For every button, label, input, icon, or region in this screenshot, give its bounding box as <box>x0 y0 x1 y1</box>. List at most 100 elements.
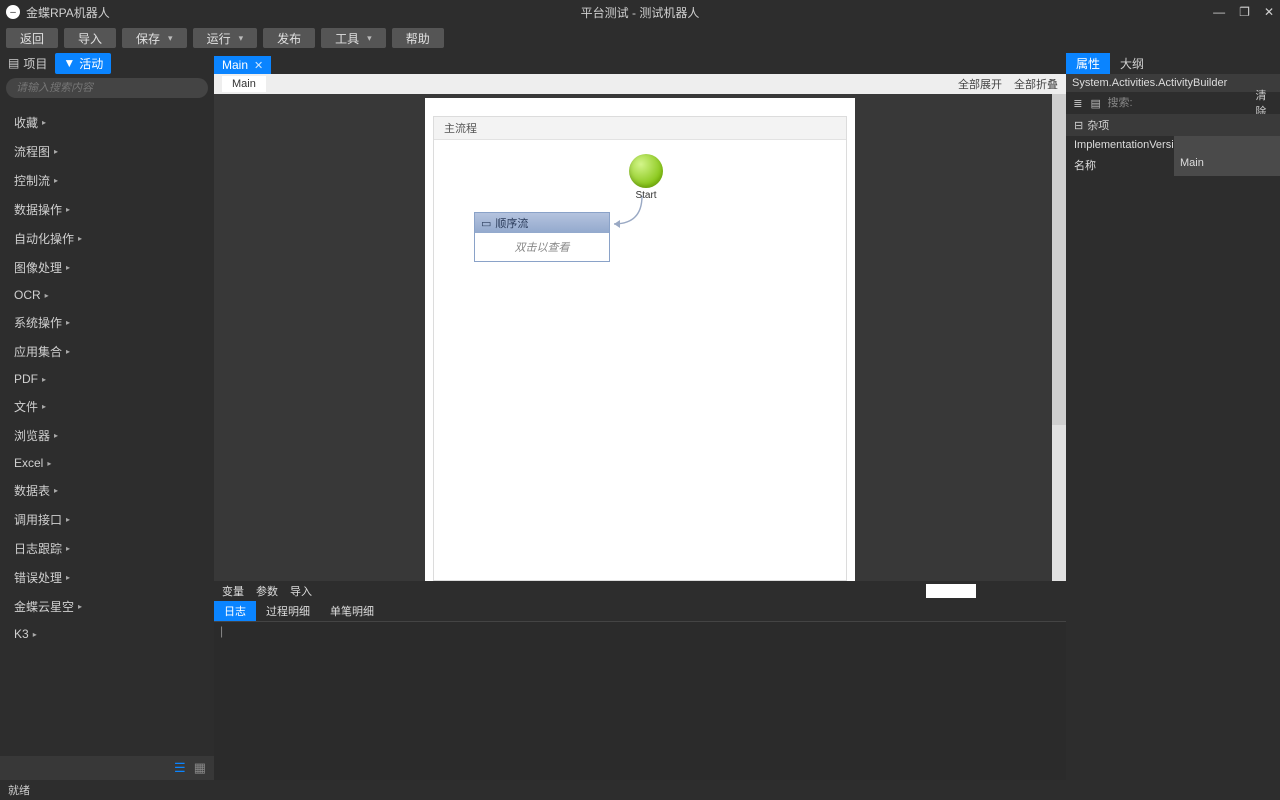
save-button[interactable]: 保存▾ <box>122 28 187 48</box>
canvas-scrollbar[interactable] <box>1052 94 1066 581</box>
category-item[interactable]: 数据操作▸ <box>0 195 214 224</box>
category-label: 金蝶云星空 <box>14 598 74 615</box>
grid-view-icon[interactable]: ▦ <box>194 760 206 776</box>
property-value[interactable]: Main <box>1174 154 1280 176</box>
sequence-node[interactable]: ▭顺序流 双击以查看 <box>474 212 610 262</box>
property-value[interactable] <box>1174 136 1280 154</box>
maximize-button[interactable]: ❐ <box>1239 5 1250 19</box>
file-tab-main[interactable]: Main ✕ <box>214 56 271 74</box>
category-label: Excel <box>14 456 43 470</box>
imports-tab[interactable]: 导入 <box>290 583 312 599</box>
publish-button[interactable]: 发布 <box>263 28 315 48</box>
run-button[interactable]: 运行▾ <box>193 28 258 48</box>
category-item[interactable]: 应用集合 ▸ <box>0 337 214 366</box>
category-item[interactable]: 收藏▸ <box>0 108 214 137</box>
property-type: System.Activities.ActivityBuilder <box>1066 74 1280 92</box>
property-search[interactable] <box>1108 97 1250 109</box>
help-button[interactable]: 帮助 <box>392 28 444 48</box>
sub-tab-main[interactable]: Main <box>222 76 266 92</box>
outline-tab[interactable]: 大纲 <box>1110 53 1154 74</box>
property-key: 名称 <box>1066 154 1174 176</box>
category-item[interactable]: 金蝶云星空▸ <box>0 592 214 621</box>
variables-tab[interactable]: 变量 <box>222 583 244 599</box>
property-group-misc[interactable]: ⊟ 杂项 <box>1066 114 1280 136</box>
project-tab[interactable]: ▤ 项目 <box>0 53 55 74</box>
expand-icon: ▸ <box>42 402 46 411</box>
expand-icon: ▸ <box>66 515 70 524</box>
category-item[interactable]: 日志跟踪▸ <box>0 534 214 563</box>
category-item[interactable]: 流程图▸ <box>0 137 214 166</box>
properties-tab[interactable]: 属性 <box>1066 53 1110 74</box>
log-output[interactable]: | <box>214 621 1066 780</box>
single-detail-tab[interactable]: 单笔明细 <box>320 601 384 621</box>
list-view-icon[interactable]: ☰ <box>174 760 186 776</box>
expand-icon: ▸ <box>33 630 37 639</box>
expand-icon: ▸ <box>54 486 58 495</box>
category-item[interactable]: 自动化操作▸ <box>0 224 214 253</box>
start-node[interactable]: Start <box>624 150 668 201</box>
expand-icon: ▸ <box>42 118 46 127</box>
expand-icon: ▸ <box>66 347 70 356</box>
category-item[interactable]: 控制流▸ <box>0 166 214 195</box>
category-item[interactable]: OCR▸ <box>0 282 214 308</box>
flow-title: 主流程 <box>434 117 846 140</box>
category-item[interactable]: 系统操作▸ <box>0 308 214 337</box>
process-detail-tab[interactable]: 过程明细 <box>256 601 320 621</box>
start-icon <box>629 154 663 188</box>
property-row[interactable]: ImplementationVersion <box>1066 136 1280 154</box>
sort-icon[interactable]: ≣ <box>1072 96 1084 110</box>
chevron-down-icon: ▾ <box>239 33 244 44</box>
category-item[interactable]: 文件▸ <box>0 392 214 421</box>
category-item[interactable]: 调用接口 ▸ <box>0 505 214 534</box>
category-item[interactable]: PDF▸ <box>0 366 214 392</box>
category-item[interactable]: 图像处理 ▸ <box>0 253 214 282</box>
filter-icon: ▼ <box>63 56 75 70</box>
categorize-icon[interactable]: ▤ <box>1090 96 1102 110</box>
document-title: 平台测试 - 测试机器人 <box>581 4 700 21</box>
expand-icon: ▸ <box>66 318 70 327</box>
property-row[interactable]: 名称Main <box>1066 154 1280 176</box>
zoom-input[interactable] <box>926 584 976 598</box>
status-text: 就绪 <box>8 782 30 798</box>
expand-icon: ▸ <box>54 176 58 185</box>
category-label: 数据操作 <box>14 201 62 218</box>
category-label: 应用集合 <box>14 343 62 360</box>
expand-icon: ▸ <box>66 544 70 553</box>
expand-icon: ▸ <box>47 459 51 468</box>
category-label: 图像处理 <box>14 259 62 276</box>
expand-icon: ▸ <box>66 263 70 272</box>
collapse-all-button[interactable]: 全部折叠 <box>1014 76 1058 92</box>
category-item[interactable]: K3▸ <box>0 621 214 647</box>
parameters-tab[interactable]: 参数 <box>256 583 278 599</box>
activity-search[interactable] <box>6 78 208 98</box>
close-button[interactable]: ✕ <box>1264 5 1274 19</box>
app-name: 金蝶RPA机器人 <box>26 4 110 21</box>
app-icon: – <box>6 5 20 19</box>
close-tab-icon[interactable]: ✕ <box>254 59 263 72</box>
title-bar: – 金蝶RPA机器人 平台测试 - 测试机器人 — ❐ ✕ <box>0 0 1280 24</box>
back-button[interactable]: 返回 <box>6 28 58 48</box>
category-item[interactable]: Excel ▸ <box>0 450 214 476</box>
expand-icon: ▸ <box>66 573 70 582</box>
minimize-button[interactable]: — <box>1213 5 1225 19</box>
doc-icon: ▤ <box>8 56 19 70</box>
category-item[interactable]: 浏览器 ▸ <box>0 421 214 450</box>
search-input[interactable] <box>16 82 198 94</box>
log-tab[interactable]: 日志 <box>214 601 256 621</box>
main-flow-panel[interactable]: 主流程 Start ▭顺序流 双击以查看 <box>433 116 847 581</box>
category-item[interactable]: 数据表▸ <box>0 476 214 505</box>
sequence-icon: ▭ <box>481 217 491 230</box>
expand-all-button[interactable]: 全部展开 <box>958 76 1002 92</box>
expand-icon: ▸ <box>54 431 58 440</box>
category-item[interactable]: 错误处理▸ <box>0 563 214 592</box>
category-label: 调用接口 <box>14 511 62 528</box>
import-button[interactable]: 导入 <box>64 28 116 48</box>
expand-icon: ▸ <box>45 291 49 300</box>
properties-panel: 属性 大纲 System.Activities.ActivityBuilder … <box>1066 52 1280 780</box>
activity-tab[interactable]: ▼ 活动 <box>55 53 111 74</box>
tools-button[interactable]: 工具▾ <box>321 28 386 48</box>
category-label: 浏览器 <box>14 427 50 444</box>
connector-arrow <box>434 140 846 580</box>
category-label: 流程图 <box>14 143 50 160</box>
design-canvas[interactable]: 主流程 Start ▭顺序流 双击以查看 <box>425 98 855 581</box>
